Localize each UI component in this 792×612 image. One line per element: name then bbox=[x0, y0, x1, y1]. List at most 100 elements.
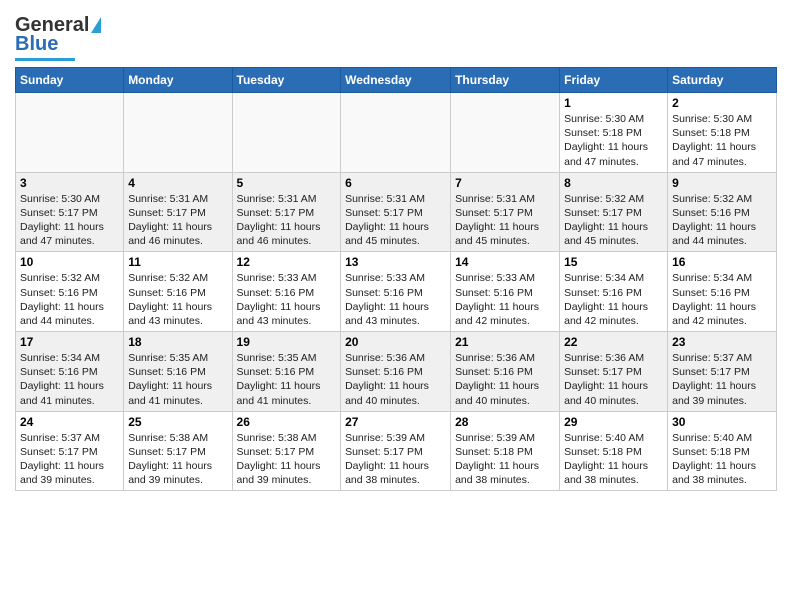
calendar-cell: 4 Sunrise: 5:31 AM Sunset: 5:17 PM Daylig… bbox=[124, 172, 232, 252]
day-info: Sunrise: 5:38 AM Sunset: 5:17 PM Dayligh… bbox=[128, 431, 227, 488]
calendar-cell: 16 Sunrise: 5:34 AM Sunset: 5:16 PM Dayli… bbox=[668, 252, 777, 332]
day-number: 30 bbox=[672, 415, 772, 429]
calendar-week-row: 17 Sunrise: 5:34 AM Sunset: 5:16 PM Dayli… bbox=[16, 332, 777, 412]
calendar-cell bbox=[124, 93, 232, 173]
calendar-cell: 25 Sunrise: 5:38 AM Sunset: 5:17 PM Dayli… bbox=[124, 411, 232, 491]
day-of-week-header: Thursday bbox=[451, 68, 560, 93]
day-of-week-header: Monday bbox=[124, 68, 232, 93]
day-number: 17 bbox=[20, 335, 119, 349]
calendar-cell: 5 Sunrise: 5:31 AM Sunset: 5:17 PM Daylig… bbox=[232, 172, 341, 252]
day-info: Sunrise: 5:35 AM Sunset: 5:16 PM Dayligh… bbox=[128, 351, 227, 408]
day-number: 23 bbox=[672, 335, 772, 349]
day-number: 9 bbox=[672, 176, 772, 190]
calendar-cell: 22 Sunrise: 5:36 AM Sunset: 5:17 PM Dayli… bbox=[560, 332, 668, 412]
calendar-cell: 6 Sunrise: 5:31 AM Sunset: 5:17 PM Daylig… bbox=[341, 172, 451, 252]
day-info: Sunrise: 5:39 AM Sunset: 5:17 PM Dayligh… bbox=[345, 431, 446, 488]
logo-triangle-icon bbox=[91, 17, 101, 33]
day-info: Sunrise: 5:34 AM Sunset: 5:16 PM Dayligh… bbox=[564, 271, 663, 328]
day-number: 4 bbox=[128, 176, 227, 190]
day-info: Sunrise: 5:39 AM Sunset: 5:18 PM Dayligh… bbox=[455, 431, 555, 488]
day-number: 18 bbox=[128, 335, 227, 349]
calendar-week-row: 10 Sunrise: 5:32 AM Sunset: 5:16 PM Dayli… bbox=[16, 252, 777, 332]
day-number: 12 bbox=[237, 255, 337, 269]
day-number: 14 bbox=[455, 255, 555, 269]
calendar-cell: 3 Sunrise: 5:30 AM Sunset: 5:17 PM Daylig… bbox=[16, 172, 124, 252]
day-number: 6 bbox=[345, 176, 446, 190]
day-info: Sunrise: 5:34 AM Sunset: 5:16 PM Dayligh… bbox=[20, 351, 119, 408]
calendar-cell: 10Sunrise: 5:32 AM Sunset: 5:16 PM Dayli… bbox=[16, 252, 124, 332]
calendar-cell: 9 Sunrise: 5:32 AM Sunset: 5:16 PM Daylig… bbox=[668, 172, 777, 252]
day-number: 16 bbox=[672, 255, 772, 269]
day-of-week-header: Sunday bbox=[16, 68, 124, 93]
day-number: 3 bbox=[20, 176, 119, 190]
day-number: 29 bbox=[564, 415, 663, 429]
day-number: 1 bbox=[564, 96, 663, 110]
calendar-table: SundayMondayTuesdayWednesdayThursdayFrid… bbox=[15, 67, 777, 491]
calendar-cell: 18 Sunrise: 5:35 AM Sunset: 5:16 PM Dayli… bbox=[124, 332, 232, 412]
day-number: 28 bbox=[455, 415, 555, 429]
calendar-cell: 27Sunrise: 5:39 AM Sunset: 5:17 PM Dayli… bbox=[341, 411, 451, 491]
calendar-cell: 15 Sunrise: 5:34 AM Sunset: 5:16 PM Dayli… bbox=[560, 252, 668, 332]
day-number: 22 bbox=[564, 335, 663, 349]
calendar-cell: 2 Sunrise: 5:30 AM Sunset: 5:18 PM Daylig… bbox=[668, 93, 777, 173]
day-info: Sunrise: 5:30 AM Sunset: 5:18 PM Dayligh… bbox=[672, 112, 772, 169]
day-info: Sunrise: 5:32 AM Sunset: 5:16 PM Dayligh… bbox=[128, 271, 227, 328]
day-info: Sunrise: 5:37 AM Sunset: 5:17 PM Dayligh… bbox=[20, 431, 119, 488]
calendar-cell: 8Sunrise: 5:32 AM Sunset: 5:17 PM Daylig… bbox=[560, 172, 668, 252]
day-info: Sunrise: 5:30 AM Sunset: 5:17 PM Dayligh… bbox=[20, 192, 119, 249]
day-info: Sunrise: 5:30 AM Sunset: 5:18 PM Dayligh… bbox=[564, 112, 663, 169]
calendar-body: 1 Sunrise: 5:30 AM Sunset: 5:18 PM Daylig… bbox=[16, 93, 777, 491]
calendar-cell: 21Sunrise: 5:36 AM Sunset: 5:16 PM Dayli… bbox=[451, 332, 560, 412]
day-info: Sunrise: 5:31 AM Sunset: 5:17 PM Dayligh… bbox=[345, 192, 446, 249]
calendar-cell bbox=[341, 93, 451, 173]
day-info: Sunrise: 5:36 AM Sunset: 5:16 PM Dayligh… bbox=[345, 351, 446, 408]
calendar-cell: 26Sunrise: 5:38 AM Sunset: 5:17 PM Dayli… bbox=[232, 411, 341, 491]
calendar-cell bbox=[16, 93, 124, 173]
calendar-cell bbox=[232, 93, 341, 173]
day-of-week-header: Saturday bbox=[668, 68, 777, 93]
day-number: 20 bbox=[345, 335, 446, 349]
day-info: Sunrise: 5:31 AM Sunset: 5:17 PM Dayligh… bbox=[237, 192, 337, 249]
calendar-header-row: SundayMondayTuesdayWednesdayThursdayFrid… bbox=[16, 68, 777, 93]
day-info: Sunrise: 5:38 AM Sunset: 5:17 PM Dayligh… bbox=[237, 431, 337, 488]
day-number: 7 bbox=[455, 176, 555, 190]
calendar-cell: 24 Sunrise: 5:37 AM Sunset: 5:17 PM Dayli… bbox=[16, 411, 124, 491]
calendar-cell: 1 Sunrise: 5:30 AM Sunset: 5:18 PM Daylig… bbox=[560, 93, 668, 173]
day-info: Sunrise: 5:36 AM Sunset: 5:17 PM Dayligh… bbox=[564, 351, 663, 408]
calendar-cell: 7Sunrise: 5:31 AM Sunset: 5:17 PM Daylig… bbox=[451, 172, 560, 252]
day-number: 19 bbox=[237, 335, 337, 349]
day-number: 21 bbox=[455, 335, 555, 349]
day-info: Sunrise: 5:34 AM Sunset: 5:16 PM Dayligh… bbox=[672, 271, 772, 328]
day-number: 24 bbox=[20, 415, 119, 429]
day-number: 25 bbox=[128, 415, 227, 429]
calendar-cell: 19 Sunrise: 5:35 AM Sunset: 5:16 PM Dayli… bbox=[232, 332, 341, 412]
day-number: 13 bbox=[345, 255, 446, 269]
calendar-cell: 23 Sunrise: 5:37 AM Sunset: 5:17 PM Dayli… bbox=[668, 332, 777, 412]
calendar-cell: 20 Sunrise: 5:36 AM Sunset: 5:16 PM Dayli… bbox=[341, 332, 451, 412]
calendar-cell: 17 Sunrise: 5:34 AM Sunset: 5:16 PM Dayli… bbox=[16, 332, 124, 412]
logo-blue: Blue bbox=[15, 33, 58, 56]
day-info: Sunrise: 5:37 AM Sunset: 5:17 PM Dayligh… bbox=[672, 351, 772, 408]
day-info: Sunrise: 5:35 AM Sunset: 5:16 PM Dayligh… bbox=[237, 351, 337, 408]
day-number: 15 bbox=[564, 255, 663, 269]
day-number: 10 bbox=[20, 255, 119, 269]
day-number: 2 bbox=[672, 96, 772, 110]
day-info: Sunrise: 5:32 AM Sunset: 5:17 PM Dayligh… bbox=[564, 192, 663, 249]
day-info: Sunrise: 5:40 AM Sunset: 5:18 PM Dayligh… bbox=[672, 431, 772, 488]
day-of-week-header: Tuesday bbox=[232, 68, 341, 93]
day-number: 11 bbox=[128, 255, 227, 269]
day-info: Sunrise: 5:32 AM Sunset: 5:16 PM Dayligh… bbox=[672, 192, 772, 249]
day-number: 5 bbox=[237, 176, 337, 190]
calendar-header: SundayMondayTuesdayWednesdayThursdayFrid… bbox=[16, 68, 777, 93]
calendar-cell: 29Sunrise: 5:40 AM Sunset: 5:18 PM Dayli… bbox=[560, 411, 668, 491]
calendar-cell bbox=[451, 93, 560, 173]
calendar-cell: 12 Sunrise: 5:33 AM Sunset: 5:16 PM Dayli… bbox=[232, 252, 341, 332]
calendar-cell: 28 Sunrise: 5:39 AM Sunset: 5:18 PM Dayli… bbox=[451, 411, 560, 491]
day-info: Sunrise: 5:33 AM Sunset: 5:16 PM Dayligh… bbox=[237, 271, 337, 328]
calendar-cell: 30 Sunrise: 5:40 AM Sunset: 5:18 PM Dayli… bbox=[668, 411, 777, 491]
logo: General Blue bbox=[15, 14, 101, 61]
day-info: Sunrise: 5:31 AM Sunset: 5:17 PM Dayligh… bbox=[128, 192, 227, 249]
day-info: Sunrise: 5:33 AM Sunset: 5:16 PM Dayligh… bbox=[455, 271, 555, 328]
day-info: Sunrise: 5:33 AM Sunset: 5:16 PM Dayligh… bbox=[345, 271, 446, 328]
logo-underline bbox=[15, 58, 75, 61]
